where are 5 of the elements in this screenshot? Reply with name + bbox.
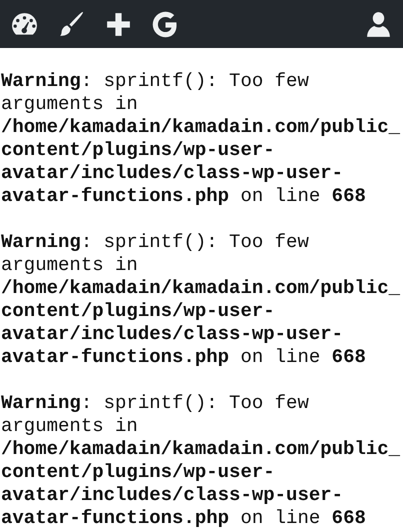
warning-message: Warning: sprintf(): Too few arguments in /home/kamadain/kamadain.com/public_ content/plugins/wp-user- avatar/includes/class-wp-user- avatar-functions.php on line 668 bbox=[1, 392, 402, 530]
warning-message: Warning: sprintf(): Too few arguments in /home/kamadain/kamadain.com/public_ content/plugins/wp-user- avatar/includes/class-wp-user- avatar-functions.php on line 668 bbox=[1, 231, 402, 369]
brush-icon[interactable] bbox=[57, 10, 86, 38]
user-icon[interactable] bbox=[364, 10, 393, 38]
warning-message: Warning: sprintf(): Too few arguments in /home/kamadain/kamadain.com/public_ content/plugins/wp-user- avatar/includes/class-wp-user- avatar-functions.php on line 668 bbox=[1, 70, 402, 208]
